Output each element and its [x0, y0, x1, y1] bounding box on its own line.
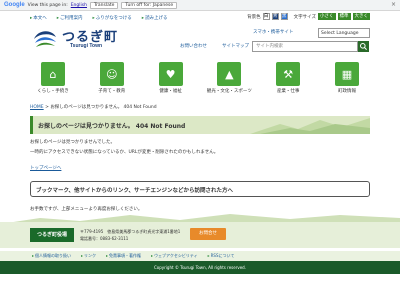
language-select[interactable]: Select Language: [318, 28, 370, 38]
heart-icon: ♥: [158, 62, 183, 86]
usage-guide-link[interactable]: ご利用案内: [57, 15, 83, 21]
translate-prompt: View this page in:: [27, 2, 68, 8]
breadcrumb-current: お探しのページは見つかりません。 404 Not Found: [50, 105, 157, 110]
bg-black-button[interactable]: 黒: [280, 13, 288, 20]
industry-icon: ⚒: [276, 62, 301, 86]
mountain-decoration: [250, 118, 370, 134]
house-icon: ⌂: [41, 62, 65, 86]
translate-bar: Google View this page in: English Transl…: [0, 0, 400, 11]
furigana-link[interactable]: ふりがなをつける: [93, 15, 132, 21]
nav-label: 健康・福祉: [159, 89, 182, 94]
office-phone: 電話番号：0883-62-3111: [80, 236, 129, 241]
town-logo-subtitle: Tsurugi Town: [70, 43, 103, 49]
child-icon: ☺: [99, 62, 124, 86]
mountain-icon: ▲: [217, 62, 242, 86]
display-settings: 背景色 白 青 黒 文字サイズ 小さく 標準 大きく: [247, 13, 370, 20]
page-title-bar: お探しのページは見つかりません。 404 Not Found: [30, 116, 370, 134]
nav-item-living[interactable]: ⌂ くらし・手続き: [30, 62, 76, 98]
nav-label: 子育て・教育: [98, 89, 126, 94]
translate-language-select[interactable]: English: [71, 3, 87, 8]
translate-button[interactable]: Translate: [89, 1, 119, 9]
bg-white-button[interactable]: 白: [262, 13, 270, 20]
breadcrumb-home-link[interactable]: HOME: [30, 105, 44, 110]
nav-label: くらし・手続き: [37, 89, 69, 94]
footer-link-links[interactable]: リンク: [81, 253, 96, 259]
font-size-label: 文字サイズ: [293, 14, 316, 20]
footer-contact-button[interactable]: お問合せ: [190, 228, 226, 240]
close-icon[interactable]: ×: [391, 1, 396, 8]
footer-links: 個人情報の取り扱い リンク 免責事項・著作権 ウェブアクセシビリティ RSSにつ…: [0, 251, 400, 261]
footer-link-disclaimer[interactable]: 免責事項・著作権: [106, 253, 141, 259]
google-logo: Google: [4, 2, 25, 8]
nav-item-health[interactable]: ♥ 健康・福祉: [148, 62, 194, 98]
nav-item-town-info[interactable]: ▦ 町政情報: [324, 62, 370, 98]
footer-link-accessibility[interactable]: ウェブアクセシビリティ: [151, 253, 198, 259]
town-office-name: つるぎ町役場: [30, 228, 74, 242]
not-found-message: お探しのページは見つかりませんでした。: [30, 140, 116, 145]
font-larger-button[interactable]: 大きく: [352, 13, 370, 20]
copyright: Copyright © Tsurugi Town, All rights res…: [0, 261, 400, 274]
turn-off-translate-button[interactable]: Turn off for: Japanese: [121, 1, 178, 9]
footer-link-privacy[interactable]: 個人情報の取り扱い: [32, 253, 71, 259]
smartphone-site-link[interactable]: スマホ・携帯サイト: [253, 29, 293, 35]
visitor-info-box: ブックマーク、他サイトからのリンク、サーチエンジンなどから訪問された方へ: [30, 181, 370, 197]
search-icon: [360, 43, 367, 50]
not-found-explanation: 一時的にアクセスできない状態になっているか、URLが変更・削除されたのかもしれま…: [30, 150, 219, 155]
office-address: 〒779-4195 徳島県美馬郡つるぎ町貞光字東浦1番地1: [80, 229, 181, 234]
bg-blue-button[interactable]: 青: [271, 13, 279, 20]
nav-item-childcare[interactable]: ☺ 子育て・教育: [89, 62, 135, 98]
visitor-info-heading: ブックマーク、他サイトからのリンク、サーチエンジンなどから訪問された方へ: [36, 188, 234, 194]
read-aloud-link[interactable]: 読み上げる: [142, 15, 168, 21]
town-logo-mark[interactable]: [32, 27, 58, 49]
main-navigation: ⌂ くらし・手続き ☺ 子育て・教育 ♥ 健康・福祉 ▲ 観光・文化・スポーツ …: [30, 62, 370, 98]
page-title: お探しのページは見つかりません。 404 Not Found: [38, 123, 186, 130]
font-smaller-button[interactable]: 小さく: [318, 13, 336, 20]
breadcrumb-separator: >: [45, 105, 49, 110]
skip-to-content-link[interactable]: 本文へ: [30, 15, 47, 21]
nav-label: 産業・仕事: [276, 89, 300, 94]
nav-item-tourism[interactable]: ▲ 観光・文化・スポーツ: [206, 62, 252, 98]
search-button[interactable]: [358, 41, 369, 52]
footer-link-rss[interactable]: RSSについて: [208, 253, 235, 259]
contact-link[interactable]: お問い合わせ: [180, 43, 207, 49]
background-color-label: 背景色: [247, 14, 261, 20]
font-standard-button[interactable]: 標準: [337, 13, 351, 20]
site-search-input[interactable]: サイト内検索: [252, 41, 358, 52]
utility-bar: 本文へ ご利用案内 ふりがなをつける 読み上げる 背景色 白 青 黒 文字サイズ…: [0, 12, 400, 24]
building-icon: ▦: [334, 62, 359, 86]
sitemap-link[interactable]: サイトマップ: [222, 43, 249, 49]
breadcrumb: HOME > お探しのページは見つかりません。 404 Not Found: [30, 104, 157, 110]
nav-item-industry[interactable]: ⚒ 産業・仕事: [265, 62, 311, 98]
nav-label: 観光・文化・スポーツ: [206, 89, 252, 94]
nav-label: 町政情報: [337, 89, 356, 94]
top-page-link[interactable]: トップページへ: [30, 165, 61, 171]
